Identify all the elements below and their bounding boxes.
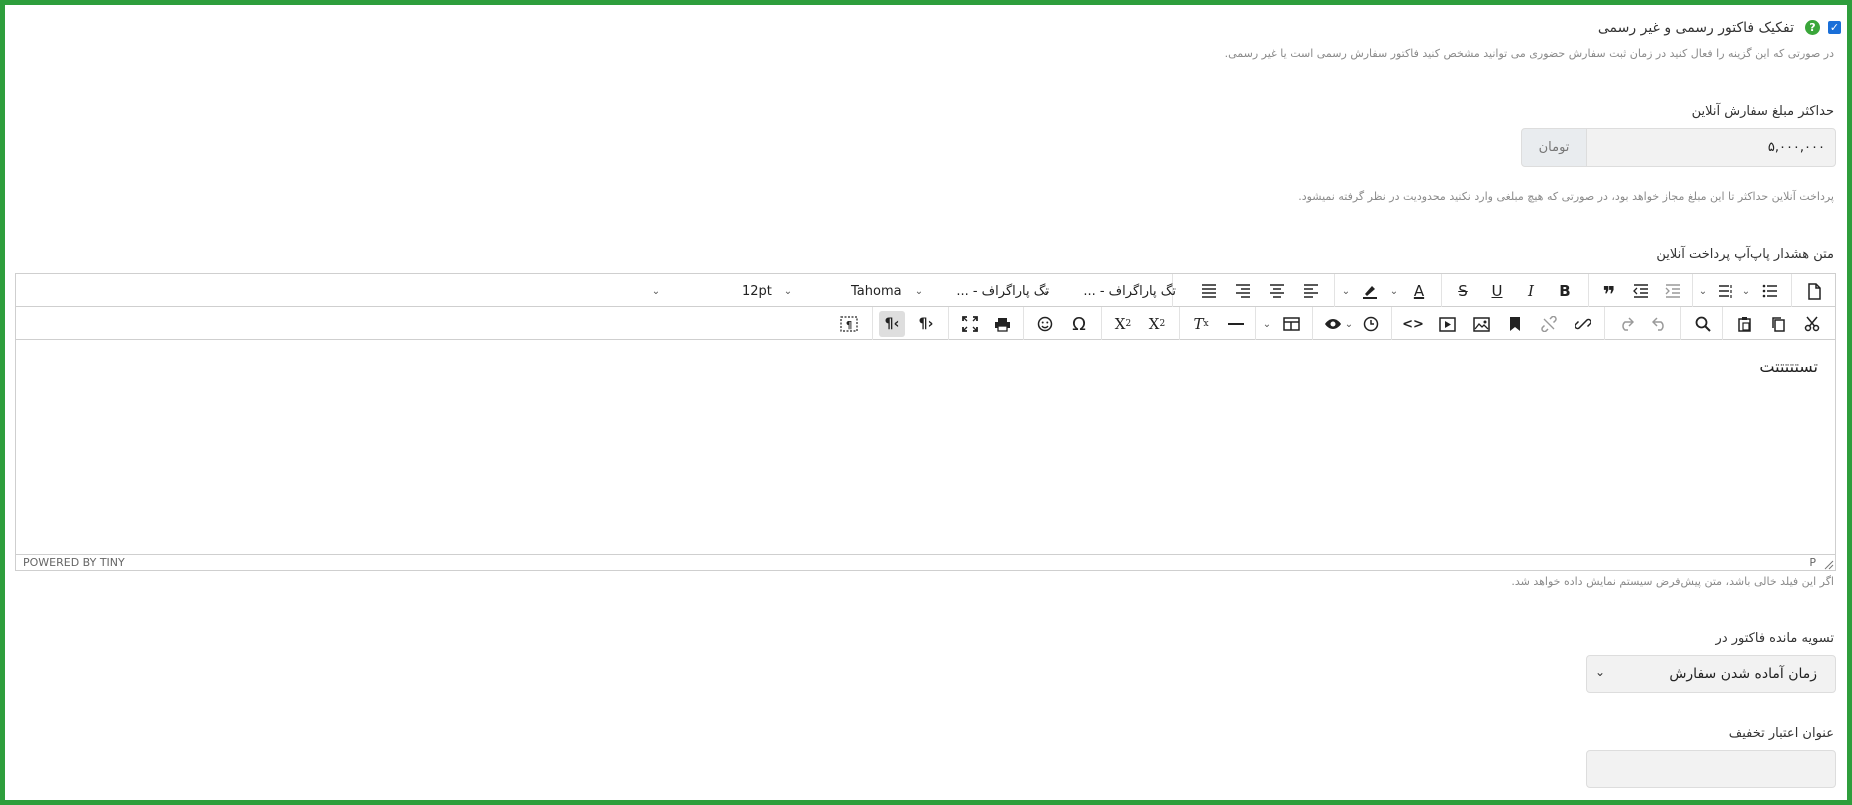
ltr-direction-icon[interactable]: ¶› [913, 311, 939, 337]
separate-invoice-checkbox[interactable]: ✓ [1828, 21, 1841, 34]
element-path-label: P [1809, 556, 1816, 569]
select-chevron-icon: ⌄ [1595, 665, 1606, 679]
numbered-list-chevron-icon[interactable]: ⌄ [1697, 278, 1709, 304]
highlight-color-chevron-icon[interactable]: ⌄ [1340, 278, 1352, 304]
redo-icon[interactable] [1613, 311, 1639, 337]
special-character-icon[interactable]: Ω [1066, 311, 1092, 337]
code-icon[interactable]: <> [1400, 311, 1426, 337]
italic-icon[interactable]: I [1518, 278, 1544, 304]
subscript-icon[interactable]: X2 [1144, 311, 1170, 337]
unlink-icon[interactable] [1536, 311, 1562, 337]
new-document-icon[interactable] [1801, 278, 1827, 304]
separate-invoice-hint: در صورتی که این گزینه را فعال کنید در زم… [1224, 47, 1834, 60]
paste-icon[interactable] [1731, 311, 1757, 337]
underline-icon[interactable]: U [1484, 278, 1510, 304]
visual-blocks-icon[interactable]: ¶ [836, 311, 862, 337]
bookmark-icon[interactable] [1502, 311, 1528, 337]
editor-content-text: تستتتتتت [1759, 357, 1818, 376]
text-color-icon[interactable]: A [1406, 278, 1432, 304]
preview-icon[interactable] [1320, 311, 1346, 337]
bold-icon[interactable]: B [1552, 278, 1578, 304]
editor-content[interactable]: تستتتتتت [16, 341, 1835, 513]
max-online-amount-hint: پرداخت آنلاین حداکثر تا این مبلغ مجاز خو… [1298, 190, 1834, 203]
highlight-color-icon[interactable] [1357, 278, 1383, 304]
search-icon[interactable] [1690, 311, 1716, 337]
undo-icon[interactable] [1647, 311, 1673, 337]
max-online-amount-input[interactable]: ۵,۰۰۰,۰۰۰ [1586, 128, 1836, 167]
font-family-dropdown[interactable]: Tahoma [851, 278, 902, 304]
settlement-select-value: زمان آماده شدن سفارش [1669, 666, 1817, 682]
copy-icon[interactable] [1765, 311, 1791, 337]
superscript-icon[interactable]: X2 [1110, 311, 1136, 337]
strikethrough-icon[interactable]: S [1450, 278, 1476, 304]
outdent-icon[interactable] [1628, 278, 1654, 304]
bullet-list-icon[interactable] [1757, 278, 1783, 304]
clear-formatting-icon[interactable]: Tx [1188, 311, 1214, 337]
editor-toolbar-1: ⌄ ⌄ ❞ B I U S A ⌄ ⌄ تگ پاراگراف - ... ⌄ … [16, 274, 1835, 308]
horizontal-line-icon[interactable] [1223, 311, 1249, 337]
align-justify-icon[interactable] [1196, 278, 1222, 304]
bullet-list-chevron-icon[interactable]: ⌄ [1740, 278, 1752, 304]
align-left-icon[interactable] [1298, 278, 1324, 304]
max-online-amount-label: حداکثر مبلغ سفارش آنلاین [1691, 104, 1834, 119]
settlement-label: تسویه مانده فاکتور در [1715, 631, 1834, 646]
font-size-dropdown[interactable]: 12pt [742, 278, 772, 304]
text-color-chevron-icon[interactable]: ⌄ [1388, 278, 1400, 304]
table-chevron-icon[interactable]: ⌄ [1261, 311, 1273, 337]
rtl-direction-icon[interactable]: ¶‹ [879, 311, 905, 337]
table-icon[interactable] [1278, 311, 1304, 337]
separate-invoice-label: تفکیک فاکتور رسمی و غیر رسمی [1597, 20, 1794, 36]
font-size-chevron-icon[interactable]: ⌄ [650, 278, 662, 304]
editor-statusbar: POWERED BY TINY P [16, 554, 1835, 570]
discount-title-input[interactable] [1586, 750, 1836, 788]
media-icon[interactable] [1434, 311, 1460, 337]
image-icon[interactable] [1468, 311, 1494, 337]
popup-warning-hint: اگر این فیلد خالی باشد، متن پیش‌فرض سیست… [1511, 575, 1834, 588]
align-center-icon[interactable] [1264, 278, 1290, 304]
svg-text:¶: ¶ [846, 320, 852, 331]
fullscreen-icon[interactable] [957, 311, 983, 337]
font-family-chevron-icon[interactable]: ⌄ [782, 278, 794, 304]
blockquote-icon[interactable]: ❞ [1596, 278, 1622, 308]
cut-icon[interactable] [1799, 311, 1825, 337]
paragraph-tag-2-chevron-icon[interactable]: ⌄ [913, 278, 925, 304]
rich-text-editor: ⌄ ⌄ ❞ B I U S A ⌄ ⌄ تگ پاراگراف - ... ⌄ … [15, 273, 1836, 571]
align-right-icon[interactable] [1230, 278, 1256, 304]
resize-handle-icon[interactable] [1824, 560, 1834, 570]
insert-datetime-icon[interactable] [1358, 311, 1384, 337]
numbered-list-icon[interactable] [1713, 278, 1739, 304]
help-icon[interactable]: ? [1805, 20, 1820, 35]
indent-icon[interactable] [1660, 278, 1686, 304]
emoticons-icon[interactable] [1032, 311, 1058, 337]
paragraph-tag-dropdown-1[interactable]: تگ پاراگراف - ... [1066, 278, 1176, 304]
paragraph-tag-dropdown-2[interactable]: تگ پاراگراف - ... [939, 278, 1049, 304]
discount-title-label: عنوان اعتبار تخفیف [1728, 726, 1834, 741]
currency-addon: تومان [1521, 128, 1587, 167]
print-icon[interactable] [989, 311, 1015, 337]
editor-toolbar-2: <> ⌄ ⌄ Tx X2 X2 Ω ¶› ¶‹ ¶ [16, 307, 1835, 340]
powered-by-label[interactable]: POWERED BY TINY [23, 556, 125, 569]
link-icon[interactable] [1570, 311, 1596, 337]
settlement-select[interactable]: زمان آماده شدن سفارش ⌄ [1586, 655, 1836, 693]
popup-warning-label: متن هشدار پاپ‌آپ پرداخت آنلاین [1656, 247, 1834, 262]
